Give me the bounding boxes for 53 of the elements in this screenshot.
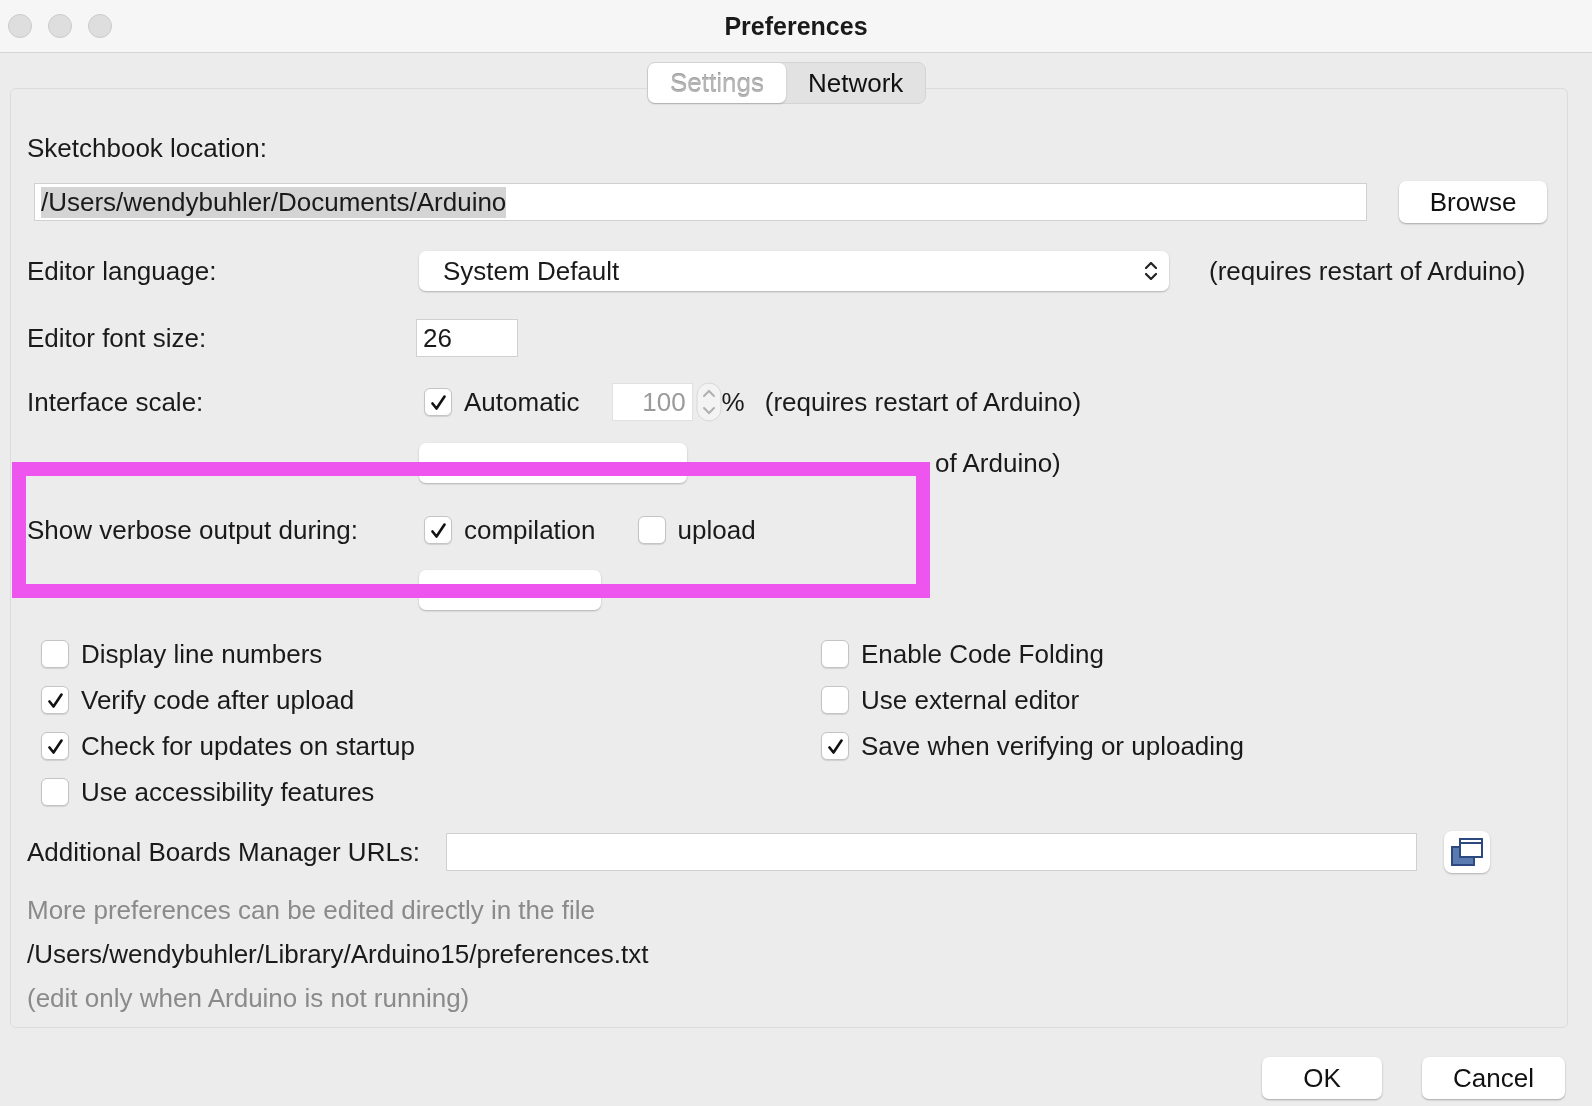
windows-icon	[1451, 838, 1484, 866]
checkbox[interactable]	[424, 516, 452, 544]
stepper-icon[interactable]	[695, 382, 722, 422]
checkmark-icon	[47, 692, 63, 708]
minimize-button[interactable]	[48, 14, 72, 38]
field-label: Show verbose output during:	[27, 514, 358, 545]
note-text: (requires restart of Arduino)	[764, 386, 1082, 418]
checkbox[interactable]	[821, 640, 849, 668]
windows-button[interactable]	[1444, 831, 1491, 873]
chevron-up-down-icon	[1145, 262, 1157, 280]
checkmark-icon	[430, 522, 446, 538]
file-path: /Users/wendybuhler/Library/Arduino15/preferences.txt	[27, 938, 649, 970]
ok-button[interactable]: OK	[1262, 1057, 1382, 1099]
checkmark-icon	[827, 738, 843, 754]
hint-text: (edit only when Arduino is not running)	[27, 982, 470, 1014]
hint-text: More preferences can be edited directly in the file	[27, 894, 595, 926]
tab[interactable]: Network	[785, 63, 926, 103]
unit-text: %	[721, 386, 745, 418]
note-text: (requires restart of Arduino)	[1209, 255, 1526, 287]
field-label: Interface scale:	[27, 386, 204, 417]
checkbox[interactable]	[821, 686, 849, 714]
checkmark-icon	[430, 394, 446, 410]
browse-button[interactable]: Browse	[1399, 181, 1547, 223]
checkbox-label: Use accessibility features	[81, 776, 375, 808]
checkmark-icon	[47, 738, 63, 754]
window-title: Preferences	[724, 11, 868, 40]
checkbox[interactable]	[637, 516, 666, 544]
url-field[interactable]	[446, 833, 1418, 871]
checkbox-label: upload	[677, 514, 756, 546]
note-text: of Arduino)	[935, 447, 1061, 479]
field-label: Editor font size:	[27, 322, 207, 353]
zoom-button[interactable]	[88, 14, 112, 38]
checkbox[interactable]	[41, 778, 69, 806]
checkbox[interactable]	[41, 686, 69, 714]
dropdown[interactable]: System Default	[419, 251, 1169, 291]
checkbox[interactable]	[41, 732, 69, 760]
cancel-button[interactable]: Cancel	[1422, 1057, 1565, 1099]
checkbox[interactable]	[41, 640, 69, 668]
checkbox-label: Display line numbers	[81, 638, 323, 670]
checkbox-label: compilation	[464, 514, 596, 546]
checkbox-label: Check for updates on startup	[81, 730, 415, 762]
font-size-field[interactable]: 26	[416, 319, 518, 357]
checkbox[interactable]	[821, 732, 849, 760]
checkbox-label: Use external editor	[861, 684, 1080, 716]
checkbox-label: Verify code after upload	[81, 684, 355, 716]
field-label: Sketchbook location:	[27, 132, 267, 164]
field-label: Editor language:	[27, 255, 217, 286]
path-field[interactable]: /Users/wendybuhler/Documents/Arduino	[34, 183, 1367, 221]
checkbox-label: Automatic	[464, 386, 580, 418]
checkbox-label: Enable Code Folding	[861, 638, 1104, 670]
checkbox-label: Save when verifying or uploading	[861, 730, 1245, 762]
field-label: Additional Boards Manager URLs:	[27, 836, 421, 868]
close-button[interactable]	[8, 14, 32, 38]
